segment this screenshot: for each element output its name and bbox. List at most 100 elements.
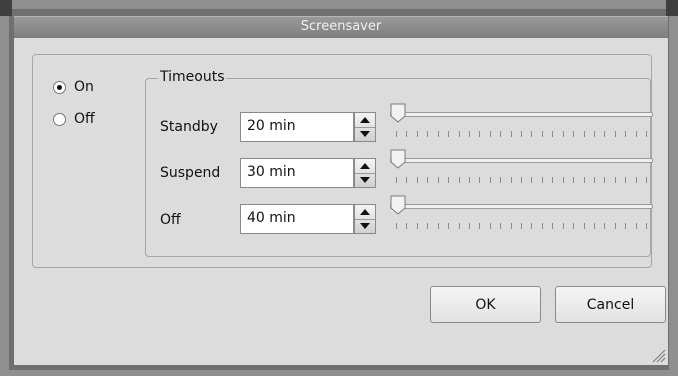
slider-tick (625, 131, 626, 137)
standby-input[interactable]: 20 min (240, 112, 354, 142)
slider-tick (511, 131, 512, 137)
off-input[interactable]: 40 min (240, 204, 354, 234)
slider-tick (594, 177, 595, 183)
slider-tick (646, 131, 647, 137)
screensaver-group: On Off Timeouts Standby 20 min Suspend 3… (32, 54, 653, 268)
slider-tick (459, 177, 460, 183)
slider-tick (396, 177, 397, 183)
slider-tick (448, 177, 449, 183)
slider-tick (604, 177, 605, 183)
slider-tick (396, 131, 397, 137)
slider-track (390, 158, 653, 163)
slider-tick (438, 131, 439, 137)
ok-button[interactable]: OK (430, 286, 541, 323)
slider-tick (479, 177, 480, 183)
standby-increase-button[interactable] (355, 113, 375, 128)
triangle-down-icon (360, 223, 370, 229)
slider-tick (615, 131, 616, 137)
standby-label: Standby (160, 119, 218, 135)
radio-off-label: Off (74, 111, 95, 127)
slider-handle[interactable] (390, 103, 406, 123)
slider-tick (438, 177, 439, 183)
slider-tick (552, 223, 553, 229)
slider-tick (479, 223, 480, 229)
suspend-slider[interactable] (390, 149, 653, 184)
slider-tick (563, 223, 564, 229)
slider-tick (511, 223, 512, 229)
suspend-spinner[interactable] (354, 158, 376, 188)
radio-on-indicator[interactable] (53, 80, 66, 94)
suspend-increase-button[interactable] (355, 159, 375, 174)
slider-tick (406, 223, 407, 229)
radio-on[interactable]: On (53, 79, 94, 95)
slider-track (390, 204, 653, 209)
slider-tick (521, 131, 522, 137)
title-bar[interactable]: Screensaver (14, 16, 668, 39)
cancel-button[interactable]: Cancel (555, 286, 666, 323)
slider-ticks (396, 177, 648, 183)
slider-tick (469, 223, 470, 229)
resize-grip-icon[interactable] (650, 347, 666, 363)
slider-tick (417, 223, 418, 229)
slider-tick (459, 131, 460, 137)
off-slider[interactable] (390, 195, 653, 230)
slider-handle[interactable] (390, 149, 406, 169)
off-label: Off (160, 212, 181, 228)
slider-tick (573, 177, 574, 183)
slider-tick (511, 177, 512, 183)
slider-tick (500, 177, 501, 183)
slider-tick (531, 131, 532, 137)
standby-decrease-button[interactable] (355, 127, 375, 141)
slider-tick (396, 223, 397, 229)
radio-off-indicator[interactable] (53, 112, 66, 126)
slider-tick (573, 131, 574, 137)
standby-slider[interactable] (390, 103, 653, 138)
off-decrease-button[interactable] (355, 219, 375, 233)
slider-tick (584, 177, 585, 183)
slider-tick (573, 223, 574, 229)
slider-tick (636, 177, 637, 183)
slider-tick (417, 131, 418, 137)
slider-tick (459, 223, 460, 229)
frame-corner-right (666, 0, 678, 16)
slider-handle[interactable] (390, 195, 406, 215)
slider-tick (521, 223, 522, 229)
window-title: Screensaver (300, 19, 382, 34)
triangle-up-icon (360, 117, 370, 123)
suspend-decrease-button[interactable] (355, 173, 375, 187)
slider-tick (584, 131, 585, 137)
slider-tick (490, 131, 491, 137)
slider-tick (479, 131, 480, 137)
slider-tick (563, 177, 564, 183)
slider-tick (594, 223, 595, 229)
slider-tick (604, 223, 605, 229)
slider-tick (584, 223, 585, 229)
slider-tick (521, 177, 522, 183)
slider-tick (448, 223, 449, 229)
slider-tick (636, 131, 637, 137)
slider-tick (646, 223, 647, 229)
slider-ticks (396, 131, 648, 137)
slider-tick (427, 223, 428, 229)
slider-tick (552, 177, 553, 183)
slider-tick (448, 131, 449, 137)
slider-tick (615, 223, 616, 229)
triangle-down-icon (360, 177, 370, 183)
slider-ticks (396, 223, 648, 229)
off-increase-button[interactable] (355, 205, 375, 220)
slider-tick (615, 177, 616, 183)
slider-tick (469, 177, 470, 183)
slider-tick (500, 223, 501, 229)
suspend-label: Suspend (160, 165, 221, 181)
off-spinner[interactable] (354, 204, 376, 234)
suspend-input[interactable]: 30 min (240, 158, 354, 188)
slider-tick (531, 223, 532, 229)
slider-tick (531, 177, 532, 183)
slider-tick (646, 177, 647, 183)
timeouts-legend: Timeouts (158, 69, 227, 85)
slider-tick (625, 223, 626, 229)
standby-spinner[interactable] (354, 112, 376, 142)
slider-tick (438, 223, 439, 229)
slider-tick (542, 177, 543, 183)
radio-off[interactable]: Off (53, 111, 95, 127)
